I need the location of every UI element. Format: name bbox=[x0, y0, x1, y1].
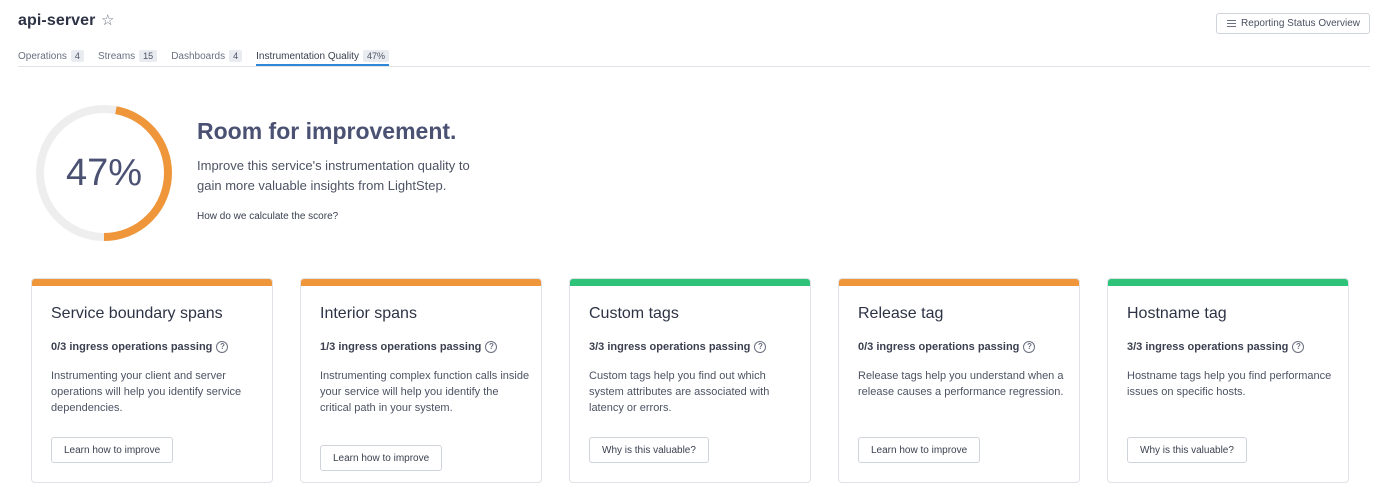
reporting-status-overview-label: Reporting Status Overview bbox=[1241, 18, 1360, 29]
card-title: Release tag bbox=[858, 305, 944, 322]
service-header: api-server ☆ Reporting Status Overview O… bbox=[18, 12, 1370, 68]
passing-text: 3/3 ingress operations passing bbox=[589, 341, 751, 353]
service-tabs: Operations 4 Streams 15 Dashboards 4 Ins… bbox=[18, 47, 403, 67]
passing-text: 1/3 ingress operations passing bbox=[320, 341, 482, 353]
status-bar bbox=[32, 279, 272, 286]
tab-count-badge: 4 bbox=[70, 50, 84, 62]
card-title: Interior spans bbox=[320, 305, 417, 322]
passing-status: 3/3 ingress operations passing ? bbox=[589, 341, 767, 353]
list-icon bbox=[1227, 20, 1237, 27]
card-interior-spans: Interior spans 1/3 ingress operations pa… bbox=[300, 278, 542, 483]
help-icon[interactable]: ? bbox=[754, 341, 767, 353]
passing-status: 0/3 ingress operations passing ? bbox=[51, 341, 229, 353]
tabs-divider bbox=[18, 66, 1370, 67]
passing-text: 3/3 ingress operations passing bbox=[1127, 341, 1289, 353]
card-hostname-tag: Hostname tag 3/3 ingress operations pass… bbox=[1107, 278, 1349, 483]
card-description: Instrumenting your client and server ope… bbox=[51, 370, 242, 414]
card-description: Release tags help you understand when a … bbox=[858, 370, 1064, 398]
card-release-tag: Release tag 0/3 ingress operations passi… bbox=[838, 278, 1080, 483]
score-summary: Room for improvement. Improve this servi… bbox=[197, 118, 497, 222]
tab-count-badge: 47% bbox=[362, 50, 389, 62]
help-icon[interactable]: ? bbox=[485, 341, 498, 353]
status-bar bbox=[1108, 279, 1348, 286]
status-bar bbox=[301, 279, 541, 286]
card-title: Service boundary spans bbox=[51, 305, 223, 322]
tab-label: Operations bbox=[18, 50, 67, 62]
tab-instrumentation-quality[interactable]: Instrumentation Quality 47% bbox=[256, 47, 389, 67]
card-title: Hostname tag bbox=[1127, 305, 1227, 322]
learn-how-to-improve-button[interactable]: Learn how to improve bbox=[320, 445, 443, 471]
passing-status: 3/3 ingress operations passing ? bbox=[1127, 341, 1305, 353]
tab-label: Streams bbox=[97, 50, 136, 62]
card-description: Custom tags help you find out which syst… bbox=[589, 370, 770, 414]
card-title: Custom tags bbox=[589, 305, 679, 322]
help-icon[interactable]: ? bbox=[1023, 341, 1036, 353]
tab-label: Instrumentation Quality bbox=[256, 50, 359, 62]
tab-streams[interactable]: Streams 15 bbox=[97, 47, 158, 65]
score-value: 47% bbox=[65, 151, 143, 194]
help-icon[interactable]: ? bbox=[216, 341, 229, 353]
score-description: Improve this service's instrumentation q… bbox=[197, 158, 470, 193]
status-bar bbox=[570, 279, 810, 286]
card-custom-tags: Custom tags 3/3 ingress operations passi… bbox=[569, 278, 811, 483]
passing-text: 0/3 ingress operations passing bbox=[51, 341, 213, 353]
reporting-status-overview-button[interactable]: Reporting Status Overview bbox=[1216, 13, 1370, 34]
tab-operations[interactable]: Operations 4 bbox=[18, 47, 84, 65]
help-icon[interactable]: ? bbox=[1292, 341, 1305, 353]
quality-cards: Service boundary spans 0/3 ingress opera… bbox=[31, 278, 1349, 483]
passing-status: 0/3 ingress operations passing ? bbox=[858, 341, 1036, 353]
tab-count-badge: 15 bbox=[139, 50, 158, 62]
passing-status: 1/3 ingress operations passing ? bbox=[320, 341, 498, 353]
score-heading: Room for improvement. bbox=[197, 118, 457, 144]
learn-how-to-improve-button[interactable]: Learn how to improve bbox=[858, 437, 981, 463]
learn-how-to-improve-button[interactable]: Learn how to improve bbox=[51, 437, 174, 463]
why-valuable-button[interactable]: Why is this valuable? bbox=[1127, 437, 1247, 463]
score-calculation-link[interactable]: How do we calculate the score? bbox=[197, 211, 497, 222]
tab-label: Dashboards bbox=[171, 50, 226, 62]
tab-count-badge: 4 bbox=[229, 50, 243, 62]
passing-text: 0/3 ingress operations passing bbox=[858, 341, 1020, 353]
card-description: Hostname tags help you find performance … bbox=[1127, 370, 1332, 398]
card-description: Instrumenting complex function calls ins… bbox=[320, 370, 530, 414]
card-service-boundary-spans: Service boundary spans 0/3 ingress opera… bbox=[31, 278, 273, 483]
service-title: api-server bbox=[18, 12, 96, 29]
status-bar bbox=[839, 279, 1079, 286]
star-icon[interactable]: ☆ bbox=[101, 11, 114, 29]
why-valuable-button[interactable]: Why is this valuable? bbox=[589, 437, 709, 463]
tab-dashboards[interactable]: Dashboards 4 bbox=[171, 47, 243, 65]
